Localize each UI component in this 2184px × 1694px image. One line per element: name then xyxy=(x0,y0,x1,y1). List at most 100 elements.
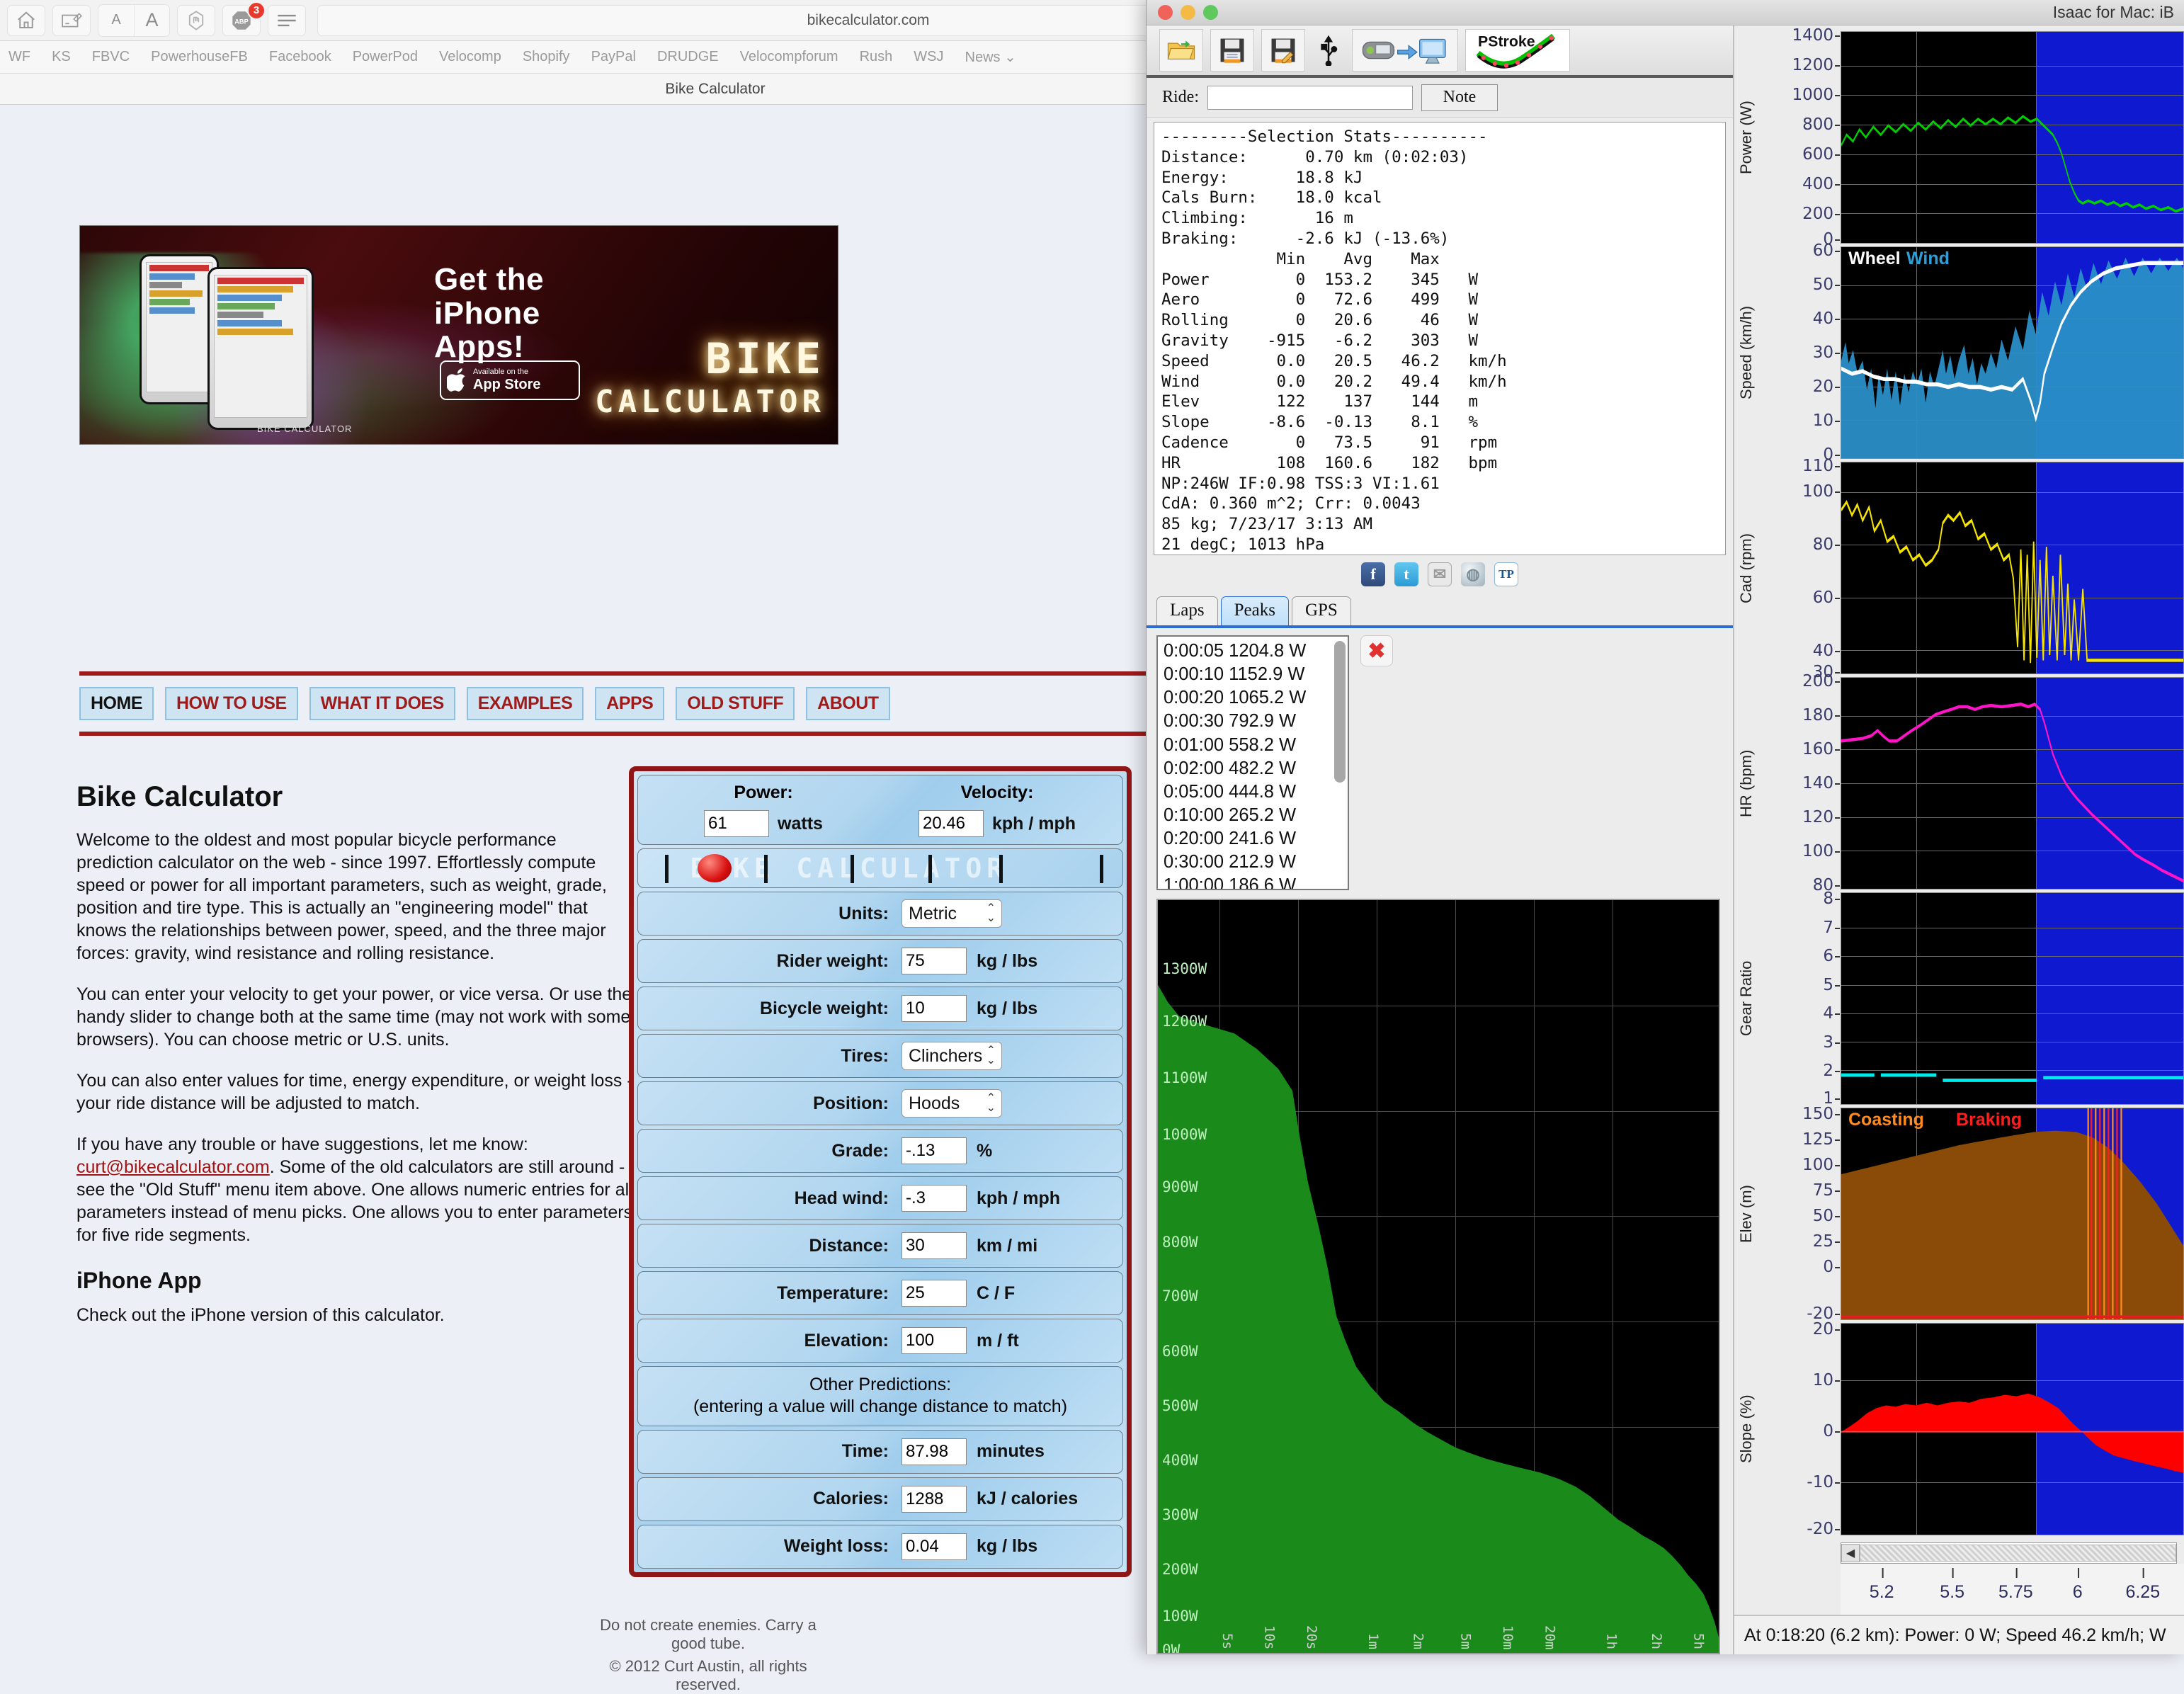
chart-hr-plot[interactable] xyxy=(1841,677,2184,889)
nav-item-old-stuff[interactable]: OLD STUFF xyxy=(676,687,795,720)
chart-hr[interactable]: HR (bpm) 200 180 160 140 120 100 80 xyxy=(1734,672,2184,894)
home-icon[interactable] xyxy=(7,4,45,36)
elevation-input[interactable] xyxy=(902,1327,967,1354)
list-item[interactable]: 0:00:20 1065.2 W xyxy=(1164,686,1348,710)
bookmark-item[interactable]: Velocompforum xyxy=(740,49,838,65)
chart-slope[interactable]: Slope (%) 20 10 0 -10 -20 xyxy=(1734,1320,2184,1538)
power-input[interactable] xyxy=(704,810,770,837)
open-folder-icon[interactable] xyxy=(1159,29,1203,72)
power-velocity-slider[interactable]: BIKE CALCULATOR xyxy=(637,848,1123,888)
chart-speed-plot[interactable]: Wheel Wind xyxy=(1841,246,2184,459)
ride-input[interactable] xyxy=(1207,85,1413,110)
globe-icon[interactable]: ◍ xyxy=(1461,562,1485,586)
list-item[interactable]: 0:02:00 482.2 W xyxy=(1164,757,1348,780)
bookmark-item[interactable]: Rush xyxy=(860,49,893,65)
app-store-badge[interactable]: Available on the App Store xyxy=(440,360,580,400)
bookmark-item[interactable]: PayPal xyxy=(591,49,636,65)
nav-item-how-to-use[interactable]: HOW TO USE xyxy=(165,687,298,720)
chart-gear-ratio-plot[interactable] xyxy=(1841,892,2184,1105)
chart-speed[interactable]: Speed (km/h) 60 50 40 30 20 10 0 Wheel W… xyxy=(1734,241,2184,464)
grade-input[interactable] xyxy=(902,1137,967,1164)
chart-cadence[interactable]: Cad (rpm) 110 100 80 60 40 30 xyxy=(1734,457,2184,681)
nav-item-home[interactable]: HOME xyxy=(79,687,154,720)
bookmark-item[interactable]: Facebook xyxy=(269,49,331,65)
peaks-list[interactable]: 0:00:05 1204.8 W 0:00:10 1152.9 W 0:00:2… xyxy=(1156,635,1349,890)
scroll-left-icon[interactable]: ◀ xyxy=(1841,1544,1860,1562)
scrollbar-track[interactable] xyxy=(1860,1545,2176,1562)
head-wind-input[interactable] xyxy=(902,1185,967,1212)
delete-peak-button[interactable]: ✖ xyxy=(1360,635,1393,666)
nav-item-what-it-does[interactable]: WHAT IT DOES xyxy=(309,687,455,720)
distance-input[interactable] xyxy=(902,1232,967,1259)
chart-power[interactable]: Power (W) 1400 1200 1000 800 600 400 200… xyxy=(1734,26,2184,249)
close-icon[interactable] xyxy=(1158,5,1173,20)
usb-icon[interactable] xyxy=(1312,29,1345,72)
nav-item-about[interactable]: ABOUT xyxy=(806,687,890,720)
rider-weight-input[interactable] xyxy=(902,948,967,974)
scrollbar-thumb[interactable] xyxy=(1334,641,1346,783)
bookmark-item[interactable]: FBVC xyxy=(92,49,130,65)
list-item[interactable]: 0:30:00 212.9 W xyxy=(1164,851,1348,874)
maximize-icon[interactable] xyxy=(1203,5,1218,20)
chart-gear-ratio[interactable]: Gear Ratio 8 7 6 5 4 3 2 1 xyxy=(1734,889,2184,1108)
adblock-icon[interactable]: ABP 3 xyxy=(222,1,266,36)
list-item[interactable]: 0:20:00 241.6 W xyxy=(1164,827,1348,851)
minimize-icon[interactable] xyxy=(1181,5,1195,20)
list-item[interactable]: 0:01:00 558.2 W xyxy=(1164,734,1348,757)
list-item[interactable]: 0:05:00 444.8 W xyxy=(1164,780,1348,804)
units-select[interactable]: Metric ⌃ ⌄ xyxy=(902,899,1002,928)
power-curve-chart[interactable]: 1300W 1200W 1100W 1000W 900W 800W 700W 6… xyxy=(1156,899,1720,1654)
bookmark-item[interactable]: WSJ xyxy=(914,49,943,65)
list-item[interactable]: 1:00:00 186.6 W xyxy=(1164,874,1348,889)
tab-laps[interactable]: Laps xyxy=(1156,596,1218,625)
twitter-icon[interactable]: t xyxy=(1394,562,1418,586)
bookmark-item[interactable]: DRUDGE xyxy=(657,49,719,65)
peaks-scrollbar[interactable] xyxy=(1334,639,1346,886)
bicycle-weight-input[interactable] xyxy=(902,995,967,1022)
chart-slope-plot[interactable] xyxy=(1841,1323,2184,1535)
font-decrease-icon[interactable]: A xyxy=(98,5,134,36)
list-item[interactable]: 0:00:10 1152.9 W xyxy=(1164,663,1348,686)
list-item[interactable]: 0:10:00 265.2 W xyxy=(1164,804,1348,827)
note-button[interactable]: Note xyxy=(1421,84,1498,111)
bookmark-item[interactable]: KS xyxy=(52,49,71,65)
bookmark-item[interactable]: News ⌄ xyxy=(965,48,1016,66)
iphone-app-banner[interactable]: Get the iPhone Apps! Available on the Ap… xyxy=(79,225,838,445)
time-input[interactable] xyxy=(902,1438,967,1465)
trainingpeaks-icon[interactable]: TP xyxy=(1494,562,1518,586)
bookmark-item[interactable]: Shopify xyxy=(523,49,570,65)
chart-elevation-plot[interactable]: Coasting Braking xyxy=(1841,1108,2184,1320)
facebook-icon[interactable]: f xyxy=(1361,562,1385,586)
temperature-input[interactable] xyxy=(902,1280,967,1307)
calories-input[interactable] xyxy=(902,1485,967,1513)
email-icon[interactable]: ✉ xyxy=(1428,562,1452,586)
chart-power-plot[interactable] xyxy=(1841,31,2184,244)
contact-email-link[interactable]: curt@bikecalculator.com xyxy=(76,1157,270,1177)
chart-cadence-plot[interactable] xyxy=(1841,462,2184,674)
pstroke-logo-icon[interactable]: PStroke xyxy=(1465,29,1570,72)
tab-peaks[interactable]: Peaks xyxy=(1220,596,1289,625)
notepad-icon[interactable] xyxy=(52,4,91,36)
tab-gps[interactable]: GPS xyxy=(1291,596,1351,625)
save-icon[interactable] xyxy=(1210,29,1254,72)
tires-select[interactable]: Clinchers ⌃ ⌄ xyxy=(902,1042,1002,1070)
stop-hand-icon[interactable] xyxy=(177,4,215,36)
bookmark-item[interactable]: PowerhouseFB xyxy=(151,49,248,65)
font-size-group[interactable]: A A xyxy=(98,4,170,37)
list-item[interactable]: 0:00:30 792.9 W xyxy=(1164,710,1348,733)
device-to-computer-icon[interactable] xyxy=(1352,29,1458,72)
bookmark-item[interactable]: WF xyxy=(8,49,30,65)
bookmark-item[interactable]: Velocomp xyxy=(439,49,501,65)
nav-item-examples[interactable]: EXAMPLES xyxy=(466,687,584,720)
horizontal-scrollbar[interactable]: ◀ xyxy=(1841,1542,2177,1564)
nav-item-apps[interactable]: APPS xyxy=(595,687,665,720)
list-item[interactable]: 0:00:05 1204.8 W xyxy=(1164,639,1348,663)
position-select[interactable]: Hoods ⌃ ⌄ xyxy=(902,1089,1002,1118)
save-as-icon[interactable] xyxy=(1261,29,1305,72)
slider-knob[interactable] xyxy=(698,854,732,882)
weight-loss-input[interactable] xyxy=(902,1533,967,1560)
chart-elevation[interactable]: Elev (m) 150 125 100 75 50 25 0 -20 Coas… xyxy=(1734,1105,2184,1323)
bookmark-item[interactable]: PowerPod xyxy=(353,49,418,65)
font-increase-icon[interactable]: A xyxy=(134,4,169,36)
reader-list-icon[interactable] xyxy=(268,4,306,36)
